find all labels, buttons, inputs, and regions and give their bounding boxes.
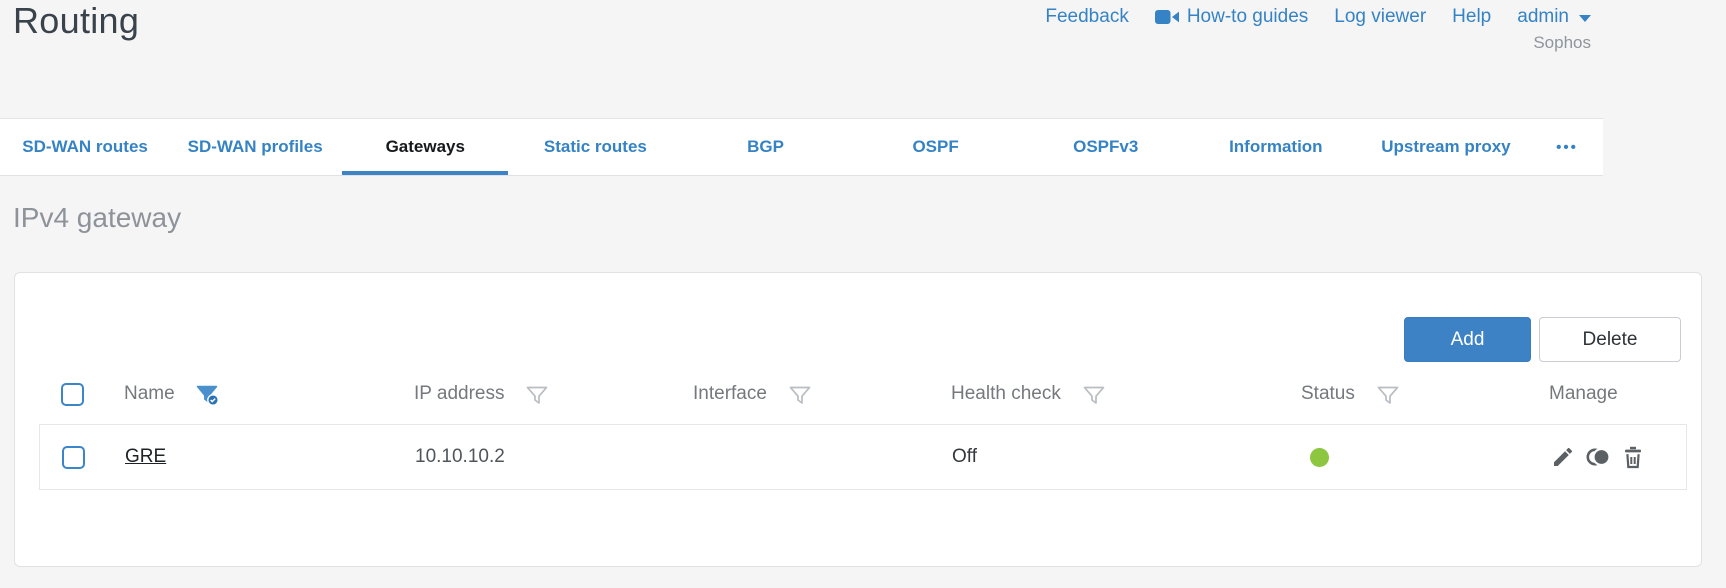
health-check-value: Off <box>952 446 977 467</box>
filter-icon[interactable] <box>1375 382 1401 408</box>
table-row: GRE 10.10.10.2 Off <box>39 424 1687 490</box>
ip-address-value: 10.10.10.2 <box>415 446 505 467</box>
section-title: IPv4 gateway <box>13 202 182 233</box>
tab-upstream-proxy[interactable]: Upstream proxy <box>1361 119 1531 175</box>
brand-label: Sophos <box>1533 33 1591 52</box>
more-tabs-button[interactable]: ••• <box>1531 119 1603 175</box>
tab-sd-wan-routes[interactable]: SD-WAN routes <box>0 119 170 175</box>
gateway-table-card: Add Delete Name IP address Interface Hea… <box>14 272 1702 567</box>
feedback-link[interactable]: Feedback <box>1045 6 1128 28</box>
chevron-down-icon <box>1579 15 1591 22</box>
tab-static-routes[interactable]: Static routes <box>510 119 680 175</box>
header-links: Feedback How-to guides Log viewer Help a… <box>1045 6 1591 28</box>
tab-information[interactable]: Information <box>1191 119 1361 175</box>
video-camera-icon <box>1154 9 1179 25</box>
column-header-ip-address: IP address <box>414 380 693 408</box>
filter-icon[interactable] <box>524 382 550 408</box>
status-up-indicator <box>1310 447 1329 467</box>
tab-sd-wan-profiles[interactable]: SD-WAN profiles <box>170 119 340 175</box>
column-header-name: Name <box>124 380 414 408</box>
filter-active-icon[interactable] <box>195 382 221 408</box>
tab-bgp[interactable]: BGP <box>680 119 850 175</box>
delete-icon[interactable] <box>1620 444 1646 470</box>
table-header-row: Name IP address Interface Health check S… <box>39 371 1687 417</box>
tab-bar: SD-WAN routes SD-WAN profiles Gateways S… <box>0 118 1603 176</box>
how-to-guides-link[interactable]: How-to guides <box>1154 6 1308 28</box>
select-all-checkbox[interactable] <box>61 382 84 406</box>
page-title: Routing <box>13 0 140 41</box>
tab-gateways[interactable]: Gateways <box>340 119 510 175</box>
tab-ospfv3[interactable]: OSPFv3 <box>1021 119 1191 175</box>
user-menu[interactable]: admin <box>1517 6 1591 28</box>
log-viewer-link[interactable]: Log viewer <box>1334 6 1426 28</box>
filter-icon[interactable] <box>1081 382 1107 408</box>
column-header-manage: Manage <box>1549 383 1618 404</box>
clone-icon[interactable] <box>1585 444 1611 470</box>
delete-button[interactable]: Delete <box>1539 317 1681 362</box>
routing-page: Routing Feedback How-to guides Log viewe… <box>0 0 1726 588</box>
add-button[interactable]: Add <box>1404 317 1531 362</box>
edit-icon[interactable] <box>1550 444 1576 470</box>
column-header-status: Status <box>1301 380 1549 408</box>
row-checkbox[interactable] <box>62 445 85 469</box>
gateway-name-link[interactable]: GRE <box>125 446 166 467</box>
help-link[interactable]: Help <box>1452 6 1491 28</box>
filter-icon[interactable] <box>787 382 813 408</box>
column-header-interface: Interface <box>693 380 951 408</box>
tab-ospf[interactable]: OSPF <box>851 119 1021 175</box>
manage-cell <box>1550 444 1686 470</box>
column-header-health-check: Health check <box>951 380 1301 408</box>
